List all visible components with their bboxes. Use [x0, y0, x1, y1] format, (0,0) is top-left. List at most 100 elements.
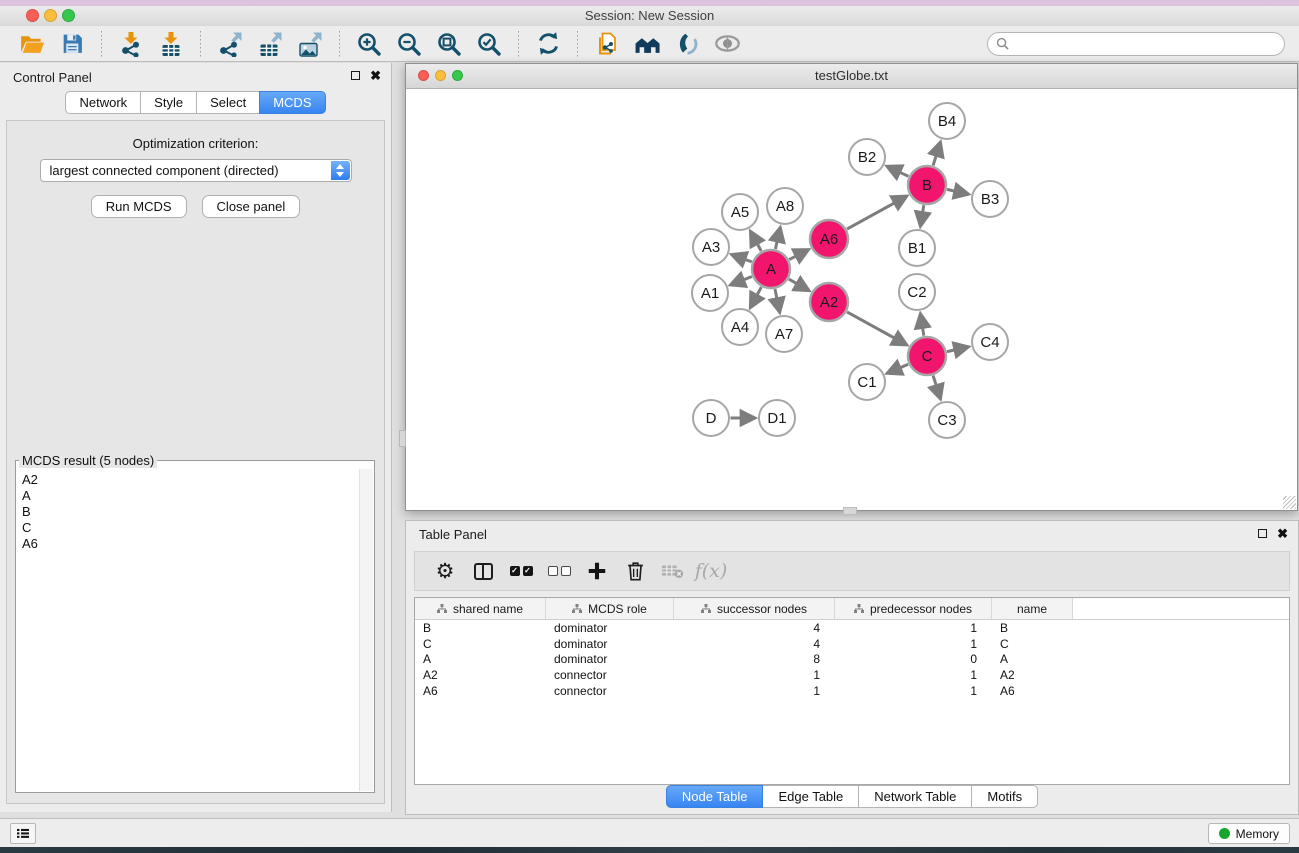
table-row[interactable]: Bdominator41B: [415, 620, 1289, 636]
zoom-in-button[interactable]: [353, 29, 385, 59]
table-row[interactable]: A2connector11A2: [415, 667, 1289, 683]
edge-A-A6[interactable]: [789, 250, 808, 260]
edge-A-A1[interactable]: [731, 277, 752, 285]
node-label-A8: A8: [776, 198, 794, 215]
search-input[interactable]: [1014, 34, 1273, 54]
mcds-result-item[interactable]: A6: [22, 536, 360, 552]
vertical-split-handle[interactable]: [399, 430, 406, 447]
split-panel-button[interactable]: [465, 555, 501, 587]
float-panel-icon[interactable]: [351, 71, 360, 80]
close-table-panel-icon[interactable]: ✖: [1277, 528, 1288, 539]
deselect-all-button[interactable]: [541, 555, 577, 587]
tab-mcds[interactable]: MCDS: [259, 91, 325, 114]
delete-table-button[interactable]: [655, 555, 691, 587]
mcds-result-item[interactable]: A2: [22, 472, 360, 488]
export-image-button[interactable]: [294, 29, 326, 59]
add-column-button[interactable]: [579, 555, 615, 587]
import-network-button[interactable]: [115, 29, 147, 59]
column-header-predecessor-nodes[interactable]: predecessor nodes: [835, 598, 992, 619]
resize-grip-icon[interactable]: [1283, 496, 1296, 509]
mcds-result-list[interactable]: A2ABCA6: [16, 470, 360, 790]
zoom-out-button[interactable]: [393, 29, 425, 59]
cell: A6: [992, 684, 1073, 698]
export-table-button[interactable]: [254, 29, 286, 59]
edge-B-B3[interactable]: [947, 189, 968, 194]
open-folder-icon: [19, 31, 45, 57]
first-neighbors-button[interactable]: [631, 29, 663, 59]
edge-A-A8[interactable]: [775, 228, 780, 249]
edge-C-C4[interactable]: [947, 347, 968, 352]
table-tab-node-table[interactable]: Node Table: [666, 785, 764, 808]
edge-A-A2[interactable]: [789, 279, 809, 290]
cell: 1: [835, 637, 992, 651]
column-header-mcds-role[interactable]: MCDS role: [546, 598, 674, 619]
tab-network[interactable]: Network: [65, 91, 141, 114]
cell: 1: [835, 621, 992, 635]
edge-B-B4[interactable]: [933, 143, 940, 166]
function-builder-button[interactable]: f(x): [693, 555, 729, 587]
edge-B-B2[interactable]: [887, 167, 908, 177]
close-panel-icon[interactable]: ✖: [370, 70, 381, 81]
edge-C-C1[interactable]: [888, 364, 909, 373]
close-panel-button[interactable]: Close panel: [202, 195, 301, 218]
edge-A-A7[interactable]: [775, 289, 780, 312]
tab-select[interactable]: Select: [196, 91, 260, 114]
column-header-name[interactable]: name: [992, 598, 1073, 619]
task-history-button[interactable]: [10, 823, 36, 844]
table-tab-network-table[interactable]: Network Table: [858, 785, 972, 808]
table-settings-button[interactable]: ⚙: [427, 555, 463, 587]
save-floppy-icon: [60, 31, 85, 56]
cell: A2: [992, 668, 1073, 682]
table-row[interactable]: Adominator80A: [415, 652, 1289, 668]
zoom-selected-button[interactable]: [473, 29, 505, 59]
network-window-titlebar[interactable]: testGlobe.txt: [406, 64, 1297, 89]
import-table-button[interactable]: [155, 29, 187, 59]
table-tab-motifs[interactable]: Motifs: [971, 785, 1038, 808]
mcds-result-item[interactable]: B: [22, 504, 360, 520]
table-row[interactable]: A6connector11A6: [415, 683, 1289, 699]
result-scrollbar[interactable]: [359, 469, 373, 791]
edge-C-C3[interactable]: [933, 376, 940, 399]
new-network-from-selection-button[interactable]: [591, 29, 623, 59]
cell: 4: [674, 637, 835, 651]
edge-A-A4[interactable]: [751, 287, 762, 307]
search-field[interactable]: [987, 32, 1285, 56]
column-header-label: shared name: [453, 602, 523, 616]
split-panel-icon: [474, 563, 493, 580]
zoom-fit-button[interactable]: [433, 29, 465, 59]
save-session-button[interactable]: [56, 29, 88, 59]
delete-table-icon: [661, 562, 685, 580]
memory-button[interactable]: Memory: [1208, 823, 1290, 844]
open-session-button[interactable]: [16, 29, 48, 59]
criterion-select[interactable]: largest connected component (directed): [40, 159, 352, 182]
export-network-button[interactable]: [214, 29, 246, 59]
eye-icon: [714, 30, 741, 57]
table-tab-edge-table[interactable]: Edge Table: [762, 785, 859, 808]
edge-A-A5[interactable]: [751, 232, 762, 251]
criterion-selected-value: largest connected component (directed): [50, 163, 279, 178]
houses-icon: [634, 30, 661, 57]
eye-pen-icon: [674, 31, 700, 57]
column-header-successor-nodes[interactable]: successor nodes: [674, 598, 835, 619]
hide-details-button[interactable]: [711, 29, 743, 59]
tab-style[interactable]: Style: [140, 91, 197, 114]
edge-A-A3[interactable]: [732, 255, 752, 262]
mcds-result-item[interactable]: A: [22, 488, 360, 504]
edge-B-B1[interactable]: [921, 205, 924, 226]
horizontal-split-handle[interactable]: [843, 507, 857, 515]
select-all-button[interactable]: ✓✓: [503, 555, 539, 587]
column-header-shared-name[interactable]: shared name: [415, 598, 546, 619]
edge-C-C2[interactable]: [921, 314, 924, 336]
network-canvas[interactable]: B4B2BB3A8A5A6A3B1AC2A1A2A4A7C4CC1C3DD1: [406, 89, 1297, 510]
edge-A6-B[interactable]: [847, 196, 906, 229]
table-row[interactable]: Cdominator41C: [415, 636, 1289, 652]
cell: B: [992, 621, 1073, 635]
graphics-details-button[interactable]: [671, 29, 703, 59]
float-table-panel-icon[interactable]: [1258, 529, 1267, 538]
edge-A2-C[interactable]: [847, 312, 906, 345]
refresh-button[interactable]: [532, 29, 564, 59]
delete-column-button[interactable]: [617, 555, 653, 587]
mcds-result-item[interactable]: C: [22, 520, 360, 536]
run-mcds-button[interactable]: Run MCDS: [91, 195, 187, 218]
node-label-A2: A2: [820, 294, 838, 311]
